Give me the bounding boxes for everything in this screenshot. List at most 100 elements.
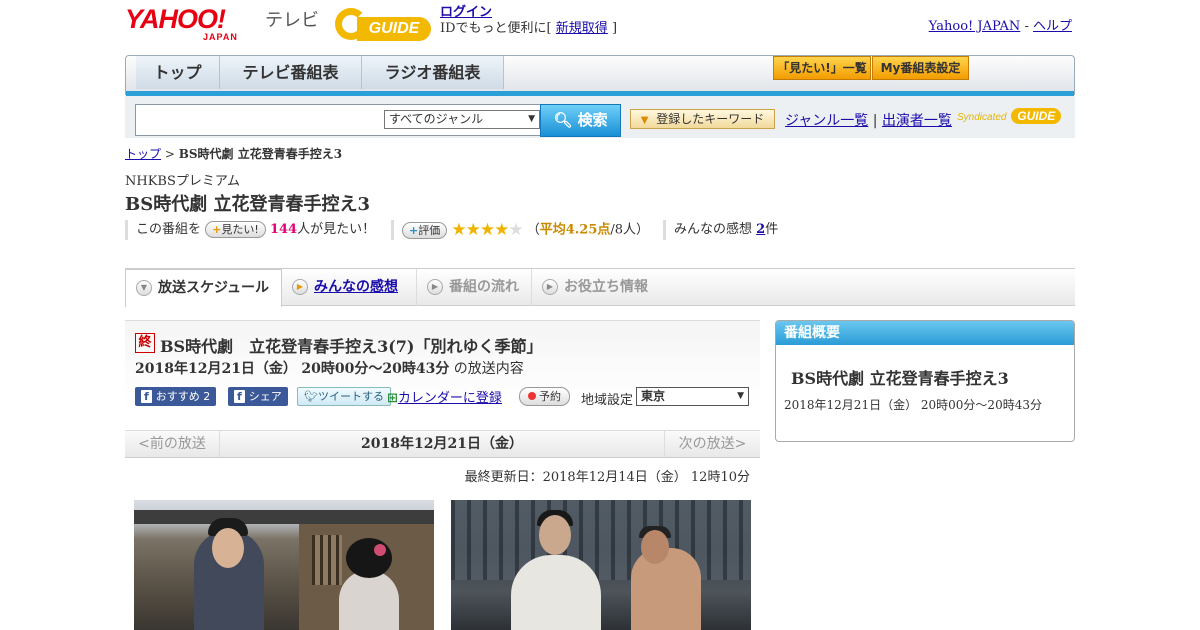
chevron-right-icon: ▶ bbox=[427, 279, 443, 295]
subnav-program-flow[interactable]: ▶ 番組の流れ bbox=[417, 269, 532, 306]
registered-keyword-button[interactable]: ▼ 登録したキーワード bbox=[630, 109, 775, 129]
top-links-sep: - bbox=[1024, 19, 1029, 34]
calendar-register-link[interactable]: カレンダーに登録 bbox=[398, 391, 502, 406]
search-button-label: 検索 bbox=[577, 111, 608, 129]
genre-list-link[interactable]: ジャンル一覧 bbox=[785, 113, 868, 129]
twitter-bird-icon: 🐦︎ bbox=[304, 390, 318, 403]
gguide-logo-text: GUIDE bbox=[357, 17, 431, 41]
facebook-recommend-button[interactable]: f おすすめ 2 bbox=[135, 387, 217, 406]
facebook-share-button[interactable]: f シェア bbox=[228, 387, 288, 406]
breadcrumb: トップ > BS時代劇 立花登青春手控え3 bbox=[125, 145, 342, 162]
want-list-button[interactable]: 「見たい!」一覧 bbox=[773, 56, 871, 80]
episode-photo-1[interactable] bbox=[134, 500, 434, 630]
logo-sub: JAPAN bbox=[203, 32, 238, 42]
reserve-label: 予約 bbox=[539, 390, 561, 403]
breadcrumb-top-link[interactable]: トップ bbox=[125, 147, 161, 161]
impressions-segment: みんなの感想 2件 bbox=[663, 220, 778, 240]
subnav-useful-info[interactable]: ▶ お役立ち情報 bbox=[532, 269, 667, 306]
search-links-divider: | bbox=[872, 113, 878, 129]
ended-badge: 終 bbox=[135, 333, 155, 353]
syndicated-text: Syndicated bbox=[957, 112, 1007, 123]
impressions-count-link[interactable]: 2 bbox=[756, 222, 765, 237]
syndicated-logo-text: GUIDE bbox=[1011, 108, 1062, 124]
facebook-share-label: シェア bbox=[248, 390, 282, 403]
facebook-recommend-label: おすすめ 2 bbox=[155, 390, 211, 403]
episode-photo-2[interactable] bbox=[451, 500, 751, 630]
plus-icon: + bbox=[212, 223, 222, 236]
cast-list-link[interactable]: 出演者一覧 bbox=[882, 113, 952, 129]
login-sub-text: IDでもっと便利に[ bbox=[440, 21, 552, 36]
program-meta: この番組を +見たい! 144人が見たい！ +評価 ★★★★★ （平均4.25点… bbox=[125, 220, 825, 240]
page: YAHOO! JAPAN テレビ GUIDE ログイン IDでもっと便利に[ 新… bbox=[125, 0, 1075, 630]
registered-keyword-label: 登録したキーワード bbox=[656, 112, 765, 126]
calendar-plus-icon: ⊞ bbox=[387, 391, 398, 406]
chevron-down-icon: ▼ bbox=[136, 280, 152, 296]
login-link[interactable]: ログイン bbox=[440, 5, 492, 20]
yahoo-japan-logo[interactable]: YAHOO! JAPAN bbox=[125, 6, 237, 43]
main-tab-bar: トップ テレビ番組表 ラジオ番組表 「見たい!」一覧 My番組表設定 bbox=[125, 55, 1075, 96]
episode-date-suffix: の放送内容 bbox=[453, 361, 524, 377]
login-area: ログイン IDでもっと便利に[ 新規取得 ] bbox=[440, 5, 617, 37]
dropdown-arrow-icon: ▼ bbox=[737, 391, 744, 401]
want-suffix: 人が見たい！ bbox=[297, 222, 376, 237]
impressions-suffix: 件 bbox=[765, 222, 779, 237]
last-updated: 最終更新日：2018年12月14日（金） 12時10分 bbox=[464, 470, 750, 485]
page-title: BS時代劇 立花登青春手控え3 bbox=[125, 194, 371, 215]
pager-date: 2018年12月21日（金） bbox=[361, 436, 523, 452]
genre-select[interactable]: すべてのジャンル ▼ bbox=[384, 110, 540, 129]
facebook-icon: f bbox=[234, 390, 245, 403]
yahoo-japan-link[interactable]: Yahoo! JAPAN bbox=[929, 19, 1021, 34]
rating-segment: +評価 ★★★★★ （平均4.25点/8人） bbox=[391, 220, 649, 240]
gguide-logo[interactable]: GUIDE bbox=[335, 6, 431, 42]
chevron-right-icon: ▶ bbox=[292, 279, 308, 295]
program-summary-title: BS時代劇 立花登青春手控え3 bbox=[791, 369, 1009, 388]
program-summary-date: 2018年12月21日（金） 20時00分～20時43分 bbox=[784, 398, 1042, 412]
episode-time: 20時00分～20時43分 bbox=[301, 361, 450, 377]
region-select-value: 東京 bbox=[641, 389, 666, 403]
login-sub-bracket: ] bbox=[611, 21, 618, 36]
episode-date: 2018年12月21日（金） bbox=[135, 361, 297, 377]
search-row: すべてのジャンル ▼ 🔍︎ 検索 ▼ 登録したキーワード ジャンル一覧 | 出演… bbox=[125, 96, 1075, 138]
rating-button-label: 評価 bbox=[418, 223, 441, 237]
episode-actions: f おすすめ 2 f シェア 🐦︎ツイートする ⊞カレンダーに登録 予約 地域設定 … bbox=[135, 387, 760, 409]
reserve-button[interactable]: 予約 bbox=[519, 387, 570, 406]
episode-datetime: 2018年12月21日（金） 20時00分～20時43分 の放送内容 bbox=[135, 358, 524, 378]
program-summary-panel: 番組概要 BS時代劇 立花登青春手控え3 2018年12月21日（金） 20時0… bbox=[775, 320, 1075, 442]
record-dot-icon bbox=[528, 392, 536, 400]
next-broadcast-link[interactable]: 次の放送> bbox=[664, 431, 760, 457]
broadcast-pager: <前の放送 2018年12月21日（金） 次の放送> bbox=[125, 430, 760, 458]
search-button[interactable]: 🔍︎ 検索 bbox=[540, 104, 621, 137]
help-link[interactable]: ヘルプ bbox=[1033, 19, 1072, 34]
rating-stars: ★★★★★ bbox=[451, 220, 523, 240]
dropdown-arrow-icon: ▼ bbox=[528, 114, 535, 124]
tab-tv-schedule[interactable]: テレビ番組表 bbox=[220, 56, 362, 89]
calendar-register[interactable]: ⊞カレンダーに登録 bbox=[387, 387, 502, 406]
signup-link[interactable]: 新規取得 bbox=[556, 21, 608, 36]
subnav-label: みんなの感想 bbox=[314, 279, 398, 295]
want-segment: この番組を +見たい! 144人が見たい！ bbox=[125, 220, 375, 240]
station-name: NHKBSプレミアム bbox=[125, 174, 240, 189]
subnav-broadcast-schedule[interactable]: ▼ 放送スケジュール bbox=[125, 269, 282, 307]
region-select[interactable]: 東京 ▼ bbox=[636, 387, 749, 406]
plus-icon: + bbox=[409, 223, 419, 237]
want-button[interactable]: +見たい! bbox=[205, 221, 266, 238]
region-label: 地域設定 bbox=[581, 393, 634, 408]
subnav-impressions[interactable]: ▶ みんなの感想 bbox=[282, 269, 417, 306]
rating-button[interactable]: +評価 bbox=[402, 221, 448, 239]
top-links: Yahoo! JAPAN - ヘルプ bbox=[929, 15, 1072, 34]
subnav-label: 放送スケジュール bbox=[158, 280, 270, 296]
subnav-label: 番組の流れ bbox=[449, 279, 519, 295]
search-links: ジャンル一覧 | 出演者一覧 bbox=[785, 110, 952, 130]
my-schedule-settings-button[interactable]: My番組表設定 bbox=[872, 56, 969, 80]
subnav-label: お役立ち情報 bbox=[564, 279, 648, 295]
triangle-down-icon: ▼ bbox=[640, 115, 649, 126]
tweet-button[interactable]: 🐦︎ツイートする bbox=[297, 387, 391, 406]
tab-radio-schedule[interactable]: ラジオ番組表 bbox=[362, 56, 504, 89]
rating-paren: （ bbox=[526, 222, 540, 238]
breadcrumb-sep: > bbox=[164, 147, 175, 161]
prev-broadcast-link[interactable]: <前の放送 bbox=[125, 431, 220, 457]
tab-top[interactable]: トップ bbox=[136, 56, 220, 89]
rating-people: /8人） bbox=[610, 222, 650, 238]
syndicated-gguide-logo: Syndicated GUIDE bbox=[957, 108, 1062, 124]
chevron-right-icon: ▶ bbox=[542, 279, 558, 295]
